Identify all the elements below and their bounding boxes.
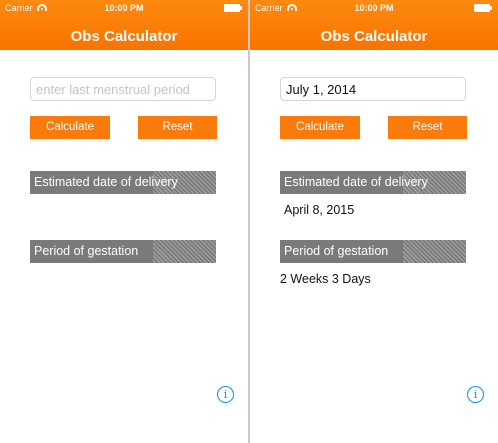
reset-button[interactable]: Reset: [388, 116, 467, 139]
gestation-value: 2 Weeks 3 Days: [280, 272, 371, 286]
lmp-date-field[interactable]: [280, 77, 466, 101]
gestation-section-header: Period of gestation: [30, 240, 216, 263]
reset-button[interactable]: Reset: [138, 116, 217, 139]
navigation-bar: Carrier 10:00 PM Obs Calculator: [0, 0, 248, 50]
battery-icon: [224, 4, 242, 12]
edd-value: April 8, 2015: [284, 203, 355, 217]
app-title: Obs Calculator: [70, 28, 178, 45]
status-bar: Carrier 10:00 PM: [250, 0, 498, 17]
battery-icon: [474, 4, 492, 12]
screen-result-state: Carrier 10:00 PM Obs Calculator Calculat…: [250, 0, 498, 443]
gestation-section-header: Period of gestation: [280, 240, 466, 263]
info-icon[interactable]: i: [467, 386, 484, 403]
screen-empty-state: Carrier 10:00 PM Obs Calculator Calculat…: [0, 0, 248, 443]
calculate-button[interactable]: Calculate: [30, 116, 110, 139]
status-time: 10:00 PM: [354, 3, 394, 13]
calculate-button[interactable]: Calculate: [280, 116, 360, 139]
app-title: Obs Calculator: [320, 28, 428, 45]
edd-section-header: Estimated date of delivery: [280, 171, 466, 194]
edd-section-header: Estimated date of delivery: [30, 171, 216, 194]
navigation-bar: Carrier 10:00 PM Obs Calculator: [250, 0, 498, 50]
status-time: 10:00 PM: [104, 3, 144, 13]
status-bar: Carrier 10:00 PM: [0, 0, 248, 17]
info-icon[interactable]: i: [217, 386, 234, 403]
lmp-date-field[interactable]: [30, 77, 216, 101]
